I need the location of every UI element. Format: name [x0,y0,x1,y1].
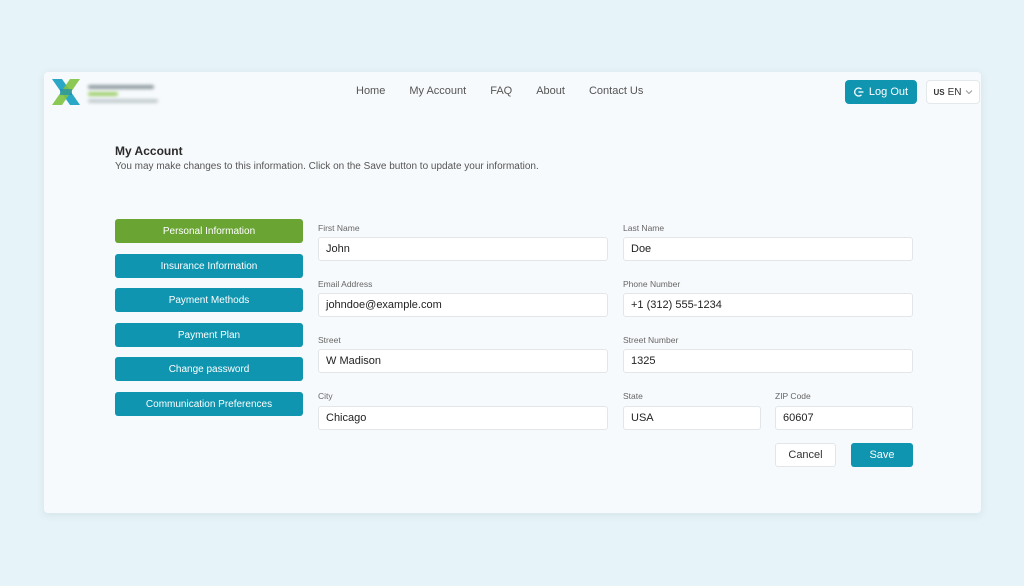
zip-input[interactable]: 60607 [775,406,913,430]
language-code: EN [947,86,962,98]
app-window: Home My Account FAQ About Contact Us Log… [44,72,981,513]
phone-label: Phone Number [623,279,681,289]
logout-icon [853,87,864,97]
nav-home[interactable]: Home [356,84,385,98]
city-input[interactable]: Chicago [318,406,608,430]
last-name-label: Last Name [623,223,665,233]
page-description: You may make changes to this information… [115,161,539,172]
logout-button[interactable]: Log Out [845,80,917,104]
sidebar-item-change-password[interactable]: Change password [115,357,303,381]
city-label: City [318,391,333,401]
phone-input[interactable]: +1 (312) 555-1234 [623,293,913,317]
logo-wordmark [88,83,158,103]
state-input[interactable]: USA [623,406,761,430]
us-flag-icon: US [933,87,945,97]
first-name-label: First Name [318,223,360,233]
sidebar-item-payment-plan[interactable]: Payment Plan [115,323,303,347]
company-logo[interactable] [50,75,162,109]
last-name-input[interactable]: Doe [623,237,913,261]
chevron-down-icon [965,90,972,95]
page-title: My Account [115,144,183,158]
street-input[interactable]: W Madison [318,349,608,373]
header: Home My Account FAQ About Contact Us Log… [44,72,981,110]
nav-my-account[interactable]: My Account [409,84,466,98]
email-input[interactable]: johndoe@example.com [318,293,608,317]
street-number-input[interactable]: 1325 [623,349,913,373]
email-label: Email Address [318,279,373,289]
main-nav: Home My Account FAQ About Contact Us [356,84,667,98]
street-number-label: Street Number [623,335,679,345]
nav-contact-us[interactable]: Contact Us [589,84,643,98]
sidebar-item-personal-information[interactable]: Personal Information [115,219,303,243]
zip-label: ZIP Code [775,391,811,401]
first-name-input[interactable]: John [318,237,608,261]
logout-label: Log Out [868,86,909,98]
logo-mark-icon [52,79,80,105]
street-label: Street [318,335,341,345]
sidebar-item-insurance-information[interactable]: Insurance Information [115,254,303,278]
cancel-button[interactable]: Cancel [775,443,836,467]
nav-about[interactable]: About [536,84,565,98]
sidebar-item-payment-methods[interactable]: Payment Methods [115,288,303,312]
sidebar-item-communication-preferences[interactable]: Communication Preferences [115,392,303,416]
nav-faq[interactable]: FAQ [490,84,512,98]
language-selector[interactable]: US EN [926,80,980,104]
state-label: State [623,391,643,401]
save-button[interactable]: Save [851,443,913,467]
